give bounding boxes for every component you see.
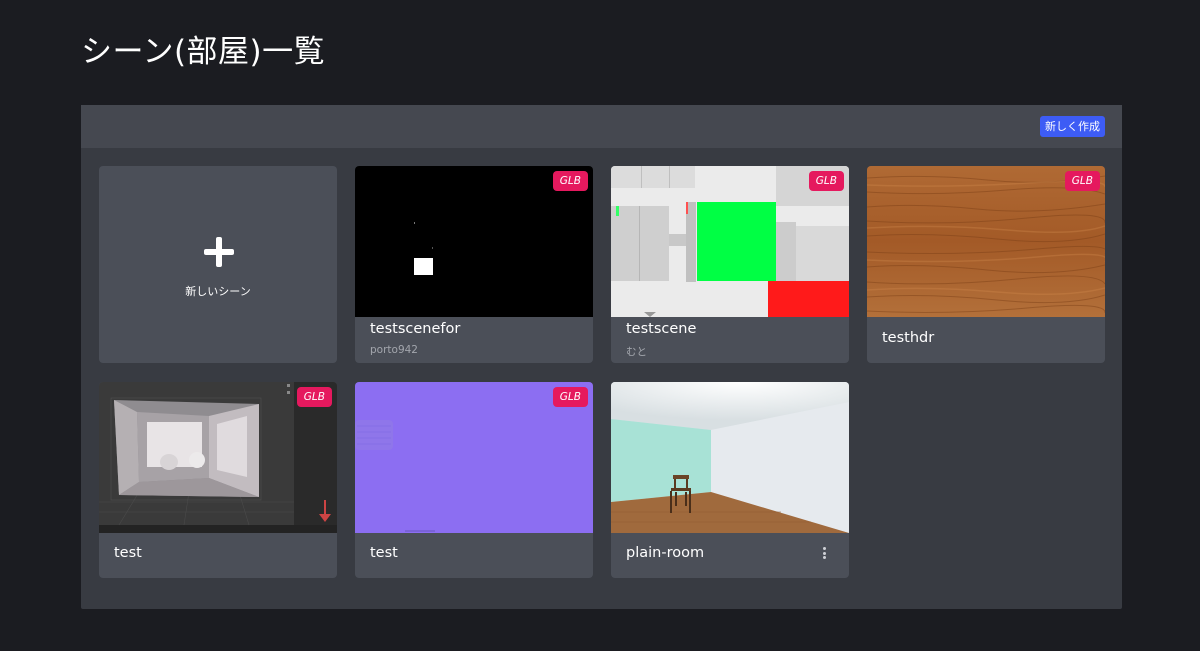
page-title: シーン(部屋)一覧 <box>81 34 326 70</box>
more-vertical-icon[interactable] <box>823 547 827 559</box>
glb-badge: GLB <box>1064 171 1100 191</box>
glb-badge: GLB <box>552 171 588 191</box>
scene-card[interactable]: GLB test <box>355 382 593 578</box>
scene-list-panel: 新しく作成 新しいシーン GLB testscenefor porto942 G… <box>81 105 1122 609</box>
scene-title: test <box>370 545 398 561</box>
scene-card[interactable]: GLB testhdr <box>867 166 1105 363</box>
new-scene-label: 新しいシーン <box>185 285 251 298</box>
panel-header: 新しく作成 <box>81 105 1122 148</box>
glb-badge: GLB <box>552 387 588 407</box>
scene-title: testscenefor <box>370 321 461 337</box>
new-scene-card[interactable]: 新しいシーン <box>99 166 337 363</box>
scene-thumbnail <box>611 382 849 533</box>
glb-badge: GLB <box>296 387 332 407</box>
plus-icon <box>204 237 234 267</box>
scene-title: plain-room <box>626 545 705 561</box>
scene-owner: porto942 <box>370 344 418 356</box>
scene-title: test <box>114 545 142 561</box>
scene-owner: むと <box>626 346 647 358</box>
scene-title: testhdr <box>882 330 935 346</box>
create-new-button[interactable]: 新しく作成 <box>1040 116 1105 137</box>
scene-card[interactable]: GLB testscene むと <box>611 166 849 363</box>
scene-card[interactable]: GLB testscenefor porto942 <box>355 166 593 363</box>
scene-card[interactable]: plain-room <box>611 382 849 578</box>
scene-title: testscene <box>626 321 697 337</box>
glb-badge: GLB <box>808 171 844 191</box>
scene-card[interactable]: GLB test <box>99 382 337 578</box>
